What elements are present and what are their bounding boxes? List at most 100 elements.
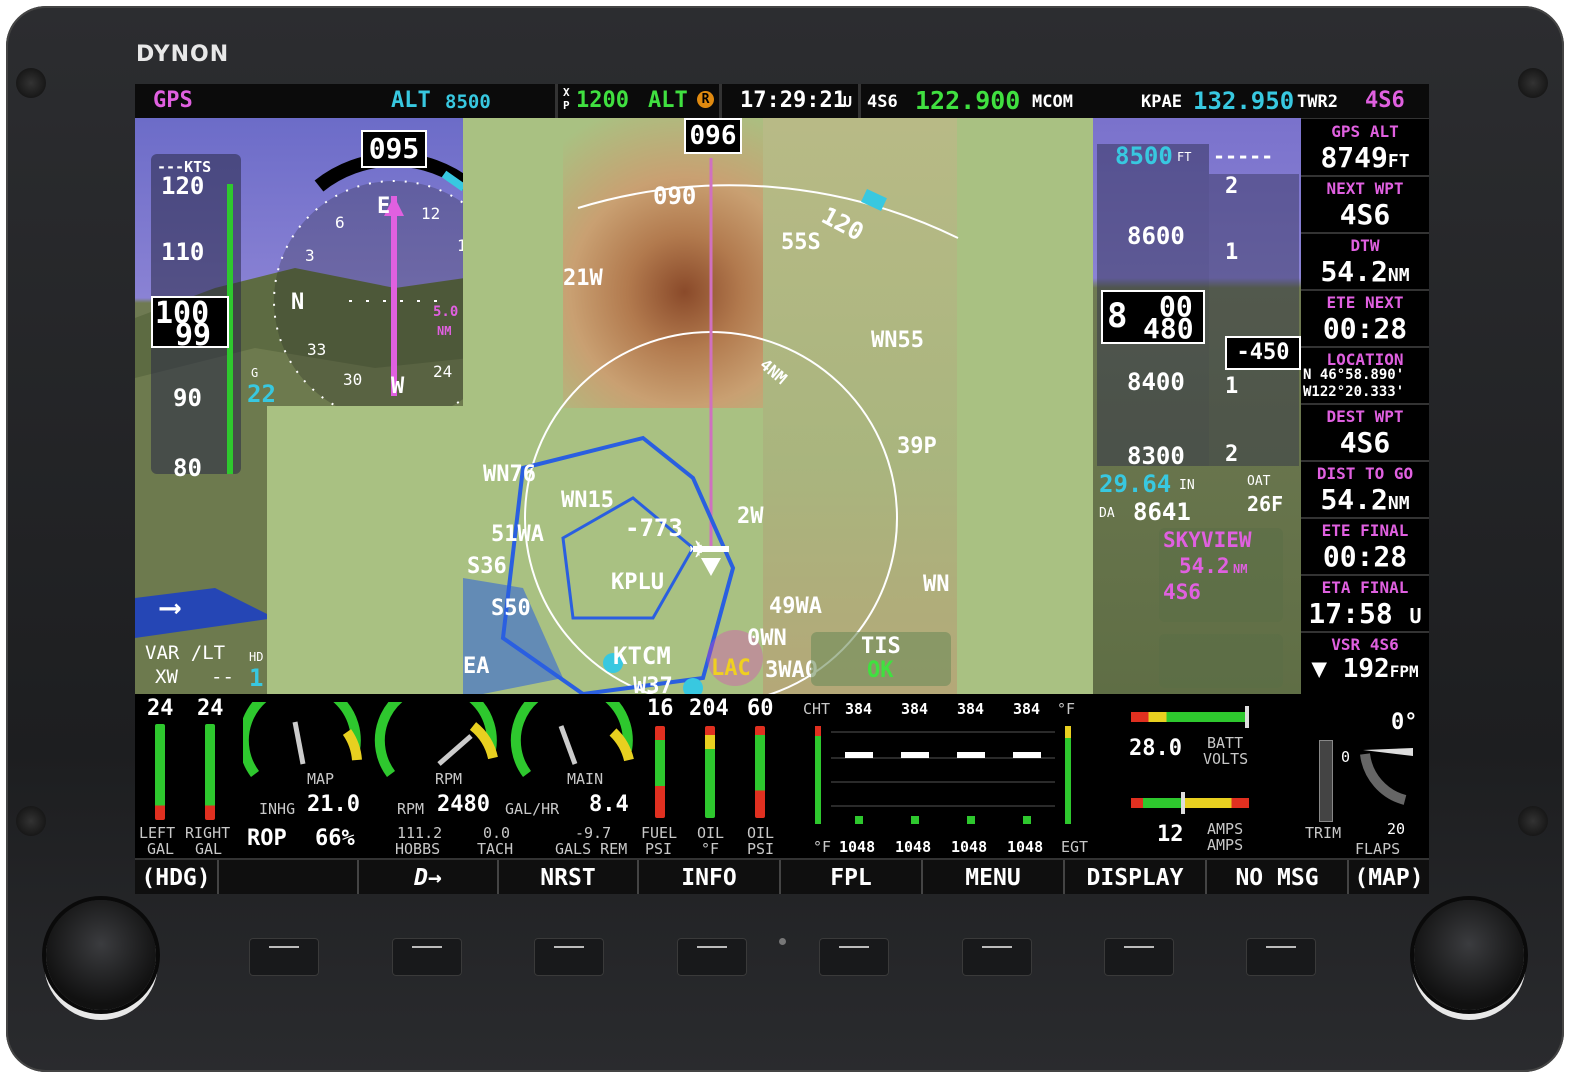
dist-to-go-label: DIST TO GO xyxy=(1316,464,1414,483)
gps-source: GPS xyxy=(153,88,193,113)
airport-s50[interactable]: S50 xyxy=(491,596,531,621)
gps-alt-label: GPS ALT xyxy=(1331,122,1399,141)
dtw-label: DTW xyxy=(1350,236,1380,255)
fuel-psi-unit: PSI xyxy=(645,840,673,858)
airport-wn55[interactable]: WN55 xyxy=(871,328,924,353)
vsr-label: VSR 4S6 xyxy=(1331,635,1399,654)
softkey-info[interactable]: INFO xyxy=(639,860,781,894)
hw-button-3[interactable] xyxy=(534,938,604,976)
alt-bug-value[interactable]: 8500 xyxy=(1115,142,1173,170)
amps-pointer xyxy=(1181,792,1185,814)
skyview-destination: 4S6 xyxy=(1163,580,1201,604)
softkey-no-msg[interactable]: NO MSG xyxy=(1207,860,1349,894)
skyview-empty-box xyxy=(1159,634,1283,688)
light-sensor xyxy=(779,938,786,945)
location-lon: W122°20.333' xyxy=(1303,384,1405,400)
data-box-location[interactable]: LOCATION N 46°58.890' W122°20.333' xyxy=(1301,348,1429,405)
main-label: MAIN xyxy=(567,770,604,788)
airspeed-readout-bottom: 99 xyxy=(175,318,212,353)
airport-wn[interactable]: WN xyxy=(923,572,950,597)
softkey-hdg[interactable]: (HDG) xyxy=(135,860,219,894)
eta-final-label: ETA FINAL xyxy=(1321,578,1409,597)
airport-ea[interactable]: EA xyxy=(463,654,490,679)
baro-value[interactable]: 29.64 xyxy=(1099,470,1171,498)
brand-logo: DYNON xyxy=(136,42,230,67)
airport-ktcm[interactable]: KTCM xyxy=(613,642,671,670)
airport-2w[interactable]: 2W xyxy=(737,504,764,529)
airspeed-readout: 100 99 xyxy=(151,296,229,353)
vs-tick-1-down: 1 xyxy=(1225,374,1239,399)
egt-unit: °F xyxy=(813,838,832,856)
trim-indicator xyxy=(1319,740,1333,822)
airport-51wa[interactable]: 51WA xyxy=(491,522,544,547)
data-box-vsr[interactable]: VSR 4S6 ▼ 192FPM xyxy=(1301,633,1429,691)
data-box-ete-next[interactable]: ETE NEXT 00:28 xyxy=(1301,291,1429,348)
skyview-title: SKYVIEW xyxy=(1163,528,1252,552)
airport-39p[interactable]: 39P xyxy=(897,434,937,459)
softkey-map[interactable]: (MAP) xyxy=(1349,860,1429,894)
engine-monitor: 24 24 LEFT RIGHT GAL GAL MAP INHG 21.0 R… xyxy=(135,694,1429,858)
airport-w37[interactable]: W37 xyxy=(633,674,673,694)
oil-psi-bar xyxy=(755,726,765,818)
xw-label: XW xyxy=(155,666,178,688)
xpdr-mode[interactable]: ALT xyxy=(648,88,688,113)
data-box-dtw[interactable]: DTW 54.2NM xyxy=(1301,234,1429,291)
hw-button-1[interactable] xyxy=(249,938,319,976)
data-box-next-wpt[interactable]: NEXT WPT 4S6 xyxy=(1301,177,1429,234)
left-knob[interactable] xyxy=(46,900,156,1010)
hw-button-7[interactable] xyxy=(1104,938,1174,976)
airport-wn15[interactable]: WN15 xyxy=(561,488,614,513)
hd-label: HD xyxy=(249,650,264,664)
xpdr-squawk[interactable]: 1200 xyxy=(576,88,629,113)
data-box-eta-final[interactable]: ETA FINAL 17:58 U xyxy=(1301,576,1429,633)
screw-bottom-right xyxy=(1518,806,1548,836)
screw-top-left xyxy=(16,68,46,98)
com-standby-freq[interactable]: 132.950 xyxy=(1193,87,1294,115)
softkey-direct-to[interactable]: D→ xyxy=(359,860,499,894)
ete-final-label: ETE FINAL xyxy=(1321,521,1409,540)
ete-next-value: 00:28 xyxy=(1322,312,1408,345)
airport-kplu[interactable]: KPLU xyxy=(611,570,664,595)
data-box-dest-wpt[interactable]: DEST WPT 4S6 xyxy=(1301,405,1429,462)
cht-4: 384 xyxy=(1013,700,1041,718)
softkey-fpl[interactable]: FPL xyxy=(781,860,923,894)
moving-map[interactable]: 096 090 120 4NM 21W 55S WN55 39P WN76 WN… xyxy=(463,118,1093,694)
oil-temp-value: 204 xyxy=(689,696,729,721)
com-active-freq[interactable]: 122.900 xyxy=(915,86,1020,115)
softkey-blank[interactable] xyxy=(219,860,359,894)
airport-0wn[interactable]: 0WN xyxy=(747,626,787,651)
hw-button-5[interactable] xyxy=(819,938,889,976)
compass-6: 6 xyxy=(335,213,345,232)
vs-bug-value[interactable]: ----- xyxy=(1213,144,1273,168)
airport-21w[interactable]: 21W xyxy=(563,266,603,291)
airport-lac[interactable]: LAC xyxy=(711,656,751,681)
airport-wn76[interactable]: WN76 xyxy=(483,462,536,487)
main-unit: GAL/HR xyxy=(505,800,560,818)
airport-55s[interactable]: 55S xyxy=(781,230,821,255)
oil-temp-bar xyxy=(705,726,715,818)
softkey-menu[interactable]: MENU xyxy=(923,860,1065,894)
hw-button-2[interactable] xyxy=(392,938,462,976)
softkey-display[interactable]: DISPLAY xyxy=(1065,860,1207,894)
xpdr-x: X xyxy=(563,86,570,99)
airport-49wa[interactable]: 49WA xyxy=(769,594,822,619)
hw-button-8[interactable] xyxy=(1246,938,1316,976)
hw-button-4[interactable] xyxy=(677,938,747,976)
cht-3: 384 xyxy=(957,700,985,718)
data-box-dist-to-go[interactable]: DIST TO GO 54.2NM xyxy=(1301,462,1429,519)
flaps-label: FLAPS xyxy=(1355,840,1401,858)
cht-unit: °F xyxy=(1057,700,1076,718)
rpm-unit: RPM xyxy=(397,800,425,818)
airport-s36[interactable]: S36 xyxy=(467,554,507,579)
softkey-nrst[interactable]: NRST xyxy=(499,860,639,894)
data-box-ete-final[interactable]: ETE FINAL 00:28 xyxy=(1301,519,1429,576)
hw-button-6[interactable] xyxy=(962,938,1032,976)
alt-tick-8400: 8400 xyxy=(1127,368,1185,396)
alt-bug-unit: FT xyxy=(1177,150,1192,164)
rop-value: 66% xyxy=(315,826,355,851)
com-standby-id: KPAE xyxy=(1141,92,1182,112)
right-knob[interactable] xyxy=(1414,900,1524,1010)
xpdr-reply-badge: R xyxy=(697,91,714,108)
data-box-gps-alt[interactable]: GPS ALT 8749FT xyxy=(1301,120,1429,177)
tis-status: OK xyxy=(867,658,894,683)
